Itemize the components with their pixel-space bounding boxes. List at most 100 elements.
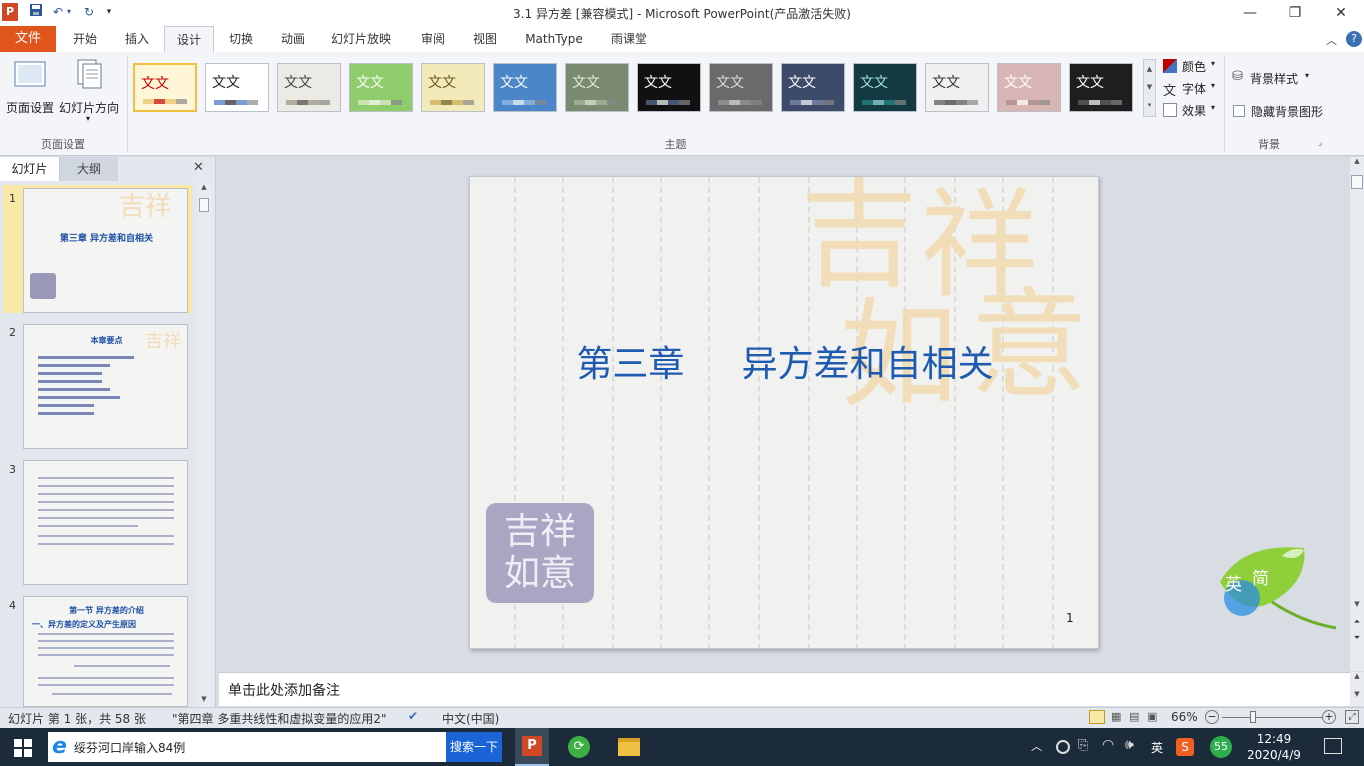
reading-view-icon[interactable]: ▤ xyxy=(1129,710,1139,723)
tab-mathtype[interactable]: MathType xyxy=(516,26,592,52)
minimize-ribbon-icon[interactable]: ︿ xyxy=(1326,32,1337,48)
spellcheck-icon[interactable]: ✔ xyxy=(408,709,418,723)
theme-thumbnail[interactable]: 文文 xyxy=(493,63,557,112)
tab-yuketang[interactable]: 雨课堂 xyxy=(600,26,658,52)
zoom-out-icon[interactable]: − xyxy=(1205,710,1219,724)
zoom-slider-thumb[interactable] xyxy=(1250,711,1256,723)
search-button[interactable]: 搜索一下 xyxy=(446,732,502,762)
next-slide-icon[interactable]: ⏷ xyxy=(1350,633,1364,643)
tab-home[interactable]: 开始 xyxy=(60,26,110,52)
tab-file[interactable]: 文件 xyxy=(0,26,56,52)
scroll-down-icon[interactable]: ▼ xyxy=(197,695,211,707)
theme-thumbnail[interactable]: 文文 xyxy=(997,63,1061,112)
more-themes-icon[interactable]: ▾ xyxy=(1144,96,1155,114)
slide-thumbnail-1[interactable]: 吉祥 第三章 异方差和自相关 xyxy=(23,188,188,313)
tab-review[interactable]: 审阅 xyxy=(408,26,458,52)
slide-sorter-icon[interactable]: ▦ xyxy=(1111,710,1121,723)
tab-view[interactable]: 视图 xyxy=(460,26,510,52)
show-hidden-icons[interactable]: ︿ xyxy=(1031,738,1042,754)
themes-group-label: 主题 xyxy=(664,138,687,151)
slide-thumbnail-3[interactable] xyxy=(23,460,188,585)
powerpoint-taskbar-icon[interactable]: P xyxy=(515,728,549,766)
theme-thumbnail[interactable]: 文文 xyxy=(925,63,989,112)
scroll-up-icon[interactable]: ▲ xyxy=(197,183,211,195)
tab-animations[interactable]: 动画 xyxy=(268,26,318,52)
clock-time[interactable]: 12:49 xyxy=(1247,732,1301,746)
tab-design[interactable]: 设计 xyxy=(164,26,214,53)
theme-thumbnail[interactable]: 文文 xyxy=(709,63,773,112)
zoom-level[interactable]: 66% xyxy=(1171,710,1198,724)
ime-floating-widget[interactable]: 英 简 xyxy=(1212,542,1338,630)
tab-outline[interactable]: 大纲 xyxy=(60,157,118,181)
notifications-icon[interactable] xyxy=(1324,738,1342,754)
volume-icon[interactable]: 🕪 xyxy=(1125,737,1134,753)
theme-thumbnail[interactable]: 文文 xyxy=(637,63,701,112)
input-language[interactable]: 英 xyxy=(1151,739,1163,756)
previous-slide-icon[interactable]: ⏶ xyxy=(1350,617,1364,627)
theme-color-bars xyxy=(214,100,258,105)
background-styles-button[interactable]: ⛁ 背景样式 ▾ xyxy=(1232,69,1322,87)
sogou-icon[interactable]: S xyxy=(1176,738,1194,756)
minimize-button[interactable]: — xyxy=(1227,0,1273,26)
slide-orientation-button[interactable]: 幻灯片方向 ▾ xyxy=(58,58,122,124)
theme-thumbnail[interactable]: 文文 xyxy=(133,63,197,112)
theme-thumbnail[interactable]: 文文 xyxy=(349,63,413,112)
language-indicator[interactable]: 中文(中国) xyxy=(442,710,499,727)
normal-view-icon[interactable] xyxy=(1089,710,1105,724)
theme-thumbnail[interactable]: 文文 xyxy=(781,63,845,112)
theme-thumbnail[interactable]: 文文 xyxy=(1069,63,1133,112)
slideshow-icon[interactable]: ▣ xyxy=(1147,710,1157,723)
effects-label: 效果 xyxy=(1182,104,1207,118)
windows-start-icon[interactable] xyxy=(14,739,32,757)
tray-app-icon[interactable] xyxy=(1056,740,1070,754)
tab-slideshow[interactable]: 幻灯片放映 xyxy=(322,26,400,52)
tab-transitions[interactable]: 切换 xyxy=(216,26,266,52)
browser-taskbar-icon[interactable]: ⟳ xyxy=(568,736,590,758)
zoom-in-icon[interactable]: + xyxy=(1322,710,1336,724)
thumbnails-scrollbar[interactable]: ▲ ▼ xyxy=(197,183,211,707)
scrollbar-thumb[interactable] xyxy=(199,198,209,212)
pane-close-button[interactable]: ✕ xyxy=(193,160,204,175)
scroll-up-icon[interactable]: ▲ xyxy=(1350,157,1364,169)
dialog-launcher-icon[interactable]: ⌟ xyxy=(1318,138,1322,148)
main-scrollbar[interactable]: ▲ ▼ ⏶ ⏷ xyxy=(1350,157,1364,671)
zoom-slider[interactable] xyxy=(1222,717,1322,718)
clock-date[interactable]: 2020/4/9 xyxy=(1243,748,1305,762)
colors-label: 颜色 xyxy=(1182,60,1207,74)
notes-scrollbar[interactable]: ▲ ▼ xyxy=(1350,672,1364,706)
help-icon[interactable]: ? xyxy=(1346,31,1362,47)
theme-sample-text: 文文 xyxy=(644,75,672,91)
slide-thumbnail-4[interactable]: 第一节 异方差的介绍 一、异方差的定义及产生原因 xyxy=(23,596,188,707)
theme-fonts-button[interactable]: 文 字体 ▾ xyxy=(1163,79,1221,99)
page-setup-button[interactable]: 页面设置 xyxy=(4,58,56,118)
hide-background-checkbox[interactable]: 隐藏背景图形 xyxy=(1232,102,1352,120)
fit-to-window-icon[interactable]: ⤢ xyxy=(1345,710,1359,724)
ime-simplified-label: 简 xyxy=(1252,569,1269,589)
restore-button[interactable]: ❐ xyxy=(1272,0,1318,26)
theme-colors-button[interactable]: 颜色 ▾ xyxy=(1163,57,1221,75)
tab-insert[interactable]: 插入 xyxy=(112,26,162,52)
slide-counter: 幻灯片 第 1 张，共 58 张 xyxy=(8,712,146,726)
slide-thumbnail-2[interactable]: 吉祥 本章要点 xyxy=(23,324,188,449)
scrollbar-thumb[interactable] xyxy=(1351,175,1363,189)
scroll-down-icon[interactable]: ▼ xyxy=(1144,78,1155,96)
scroll-down-icon[interactable]: ▼ xyxy=(1350,600,1364,608)
wifi-icon[interactable]: ◠ xyxy=(1102,737,1114,753)
close-button[interactable]: ✕ xyxy=(1318,0,1364,26)
taskbar-search-box[interactable]: e 绥芬河口岸输入84例 xyxy=(48,732,446,762)
slide-title[interactable]: 第三章 异方差和自相关 xyxy=(470,335,1098,387)
current-slide[interactable]: 吉 祥 如 意 第三章 异方差和自相关 吉祥如意 1 xyxy=(469,176,1099,649)
tab-slides[interactable]: 幻灯片 xyxy=(0,157,60,181)
tray-network-device-icon[interactable]: ⎘ xyxy=(1078,738,1088,753)
theme-thumbnail[interactable]: 文文 xyxy=(853,63,917,112)
window-title: 3.1 异方差 [兼容模式] - Microsoft PowerPoint(产品… xyxy=(513,7,851,21)
theme-effects-button[interactable]: 效果 ▾ xyxy=(1163,101,1221,119)
security-badge[interactable]: 55 xyxy=(1210,736,1232,758)
theme-thumbnail[interactable]: 文文 xyxy=(277,63,341,112)
scroll-up-icon[interactable]: ▲ xyxy=(1144,60,1155,78)
theme-thumbnail[interactable]: 文文 xyxy=(205,63,269,112)
file-explorer-icon[interactable] xyxy=(618,738,640,756)
theme-thumbnail[interactable]: 文文 xyxy=(565,63,629,112)
theme-thumbnail[interactable]: 文文 xyxy=(421,63,485,112)
notes-pane[interactable]: 单击此处添加备注 xyxy=(219,672,1350,706)
